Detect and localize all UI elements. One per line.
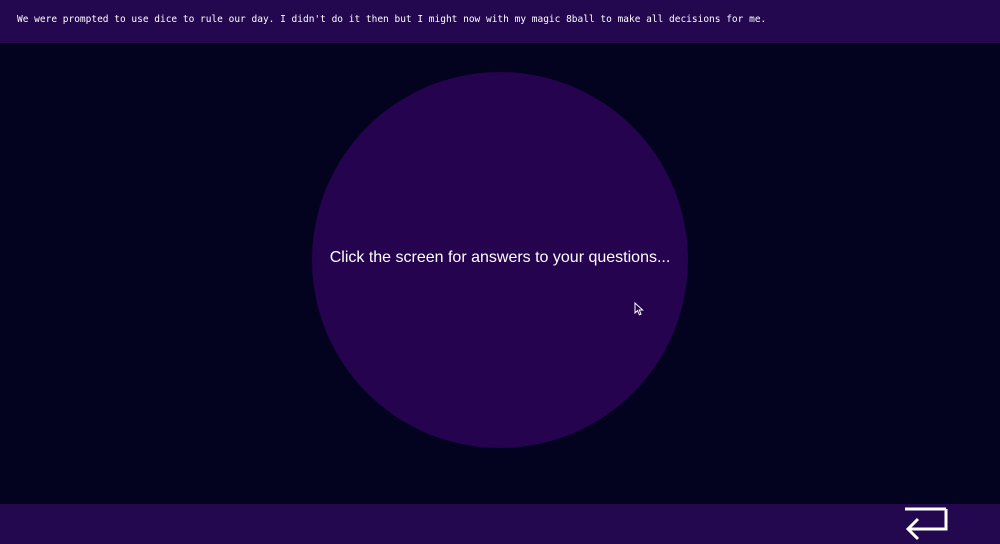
top-banner: We were prompted to use dice to rule our… [0, 0, 1000, 43]
return-arrow-icon[interactable] [900, 506, 952, 542]
bottom-bar [0, 504, 1000, 544]
click-stage[interactable]: Click the screen for answers to your que… [0, 43, 1000, 504]
banner-text: We were prompted to use dice to rule our… [17, 14, 767, 25]
ball-message: Click the screen for answers to your que… [329, 249, 671, 266]
page: We were prompted to use dice to rule our… [0, 0, 1000, 544]
mouse-pointer-icon [634, 302, 644, 316]
